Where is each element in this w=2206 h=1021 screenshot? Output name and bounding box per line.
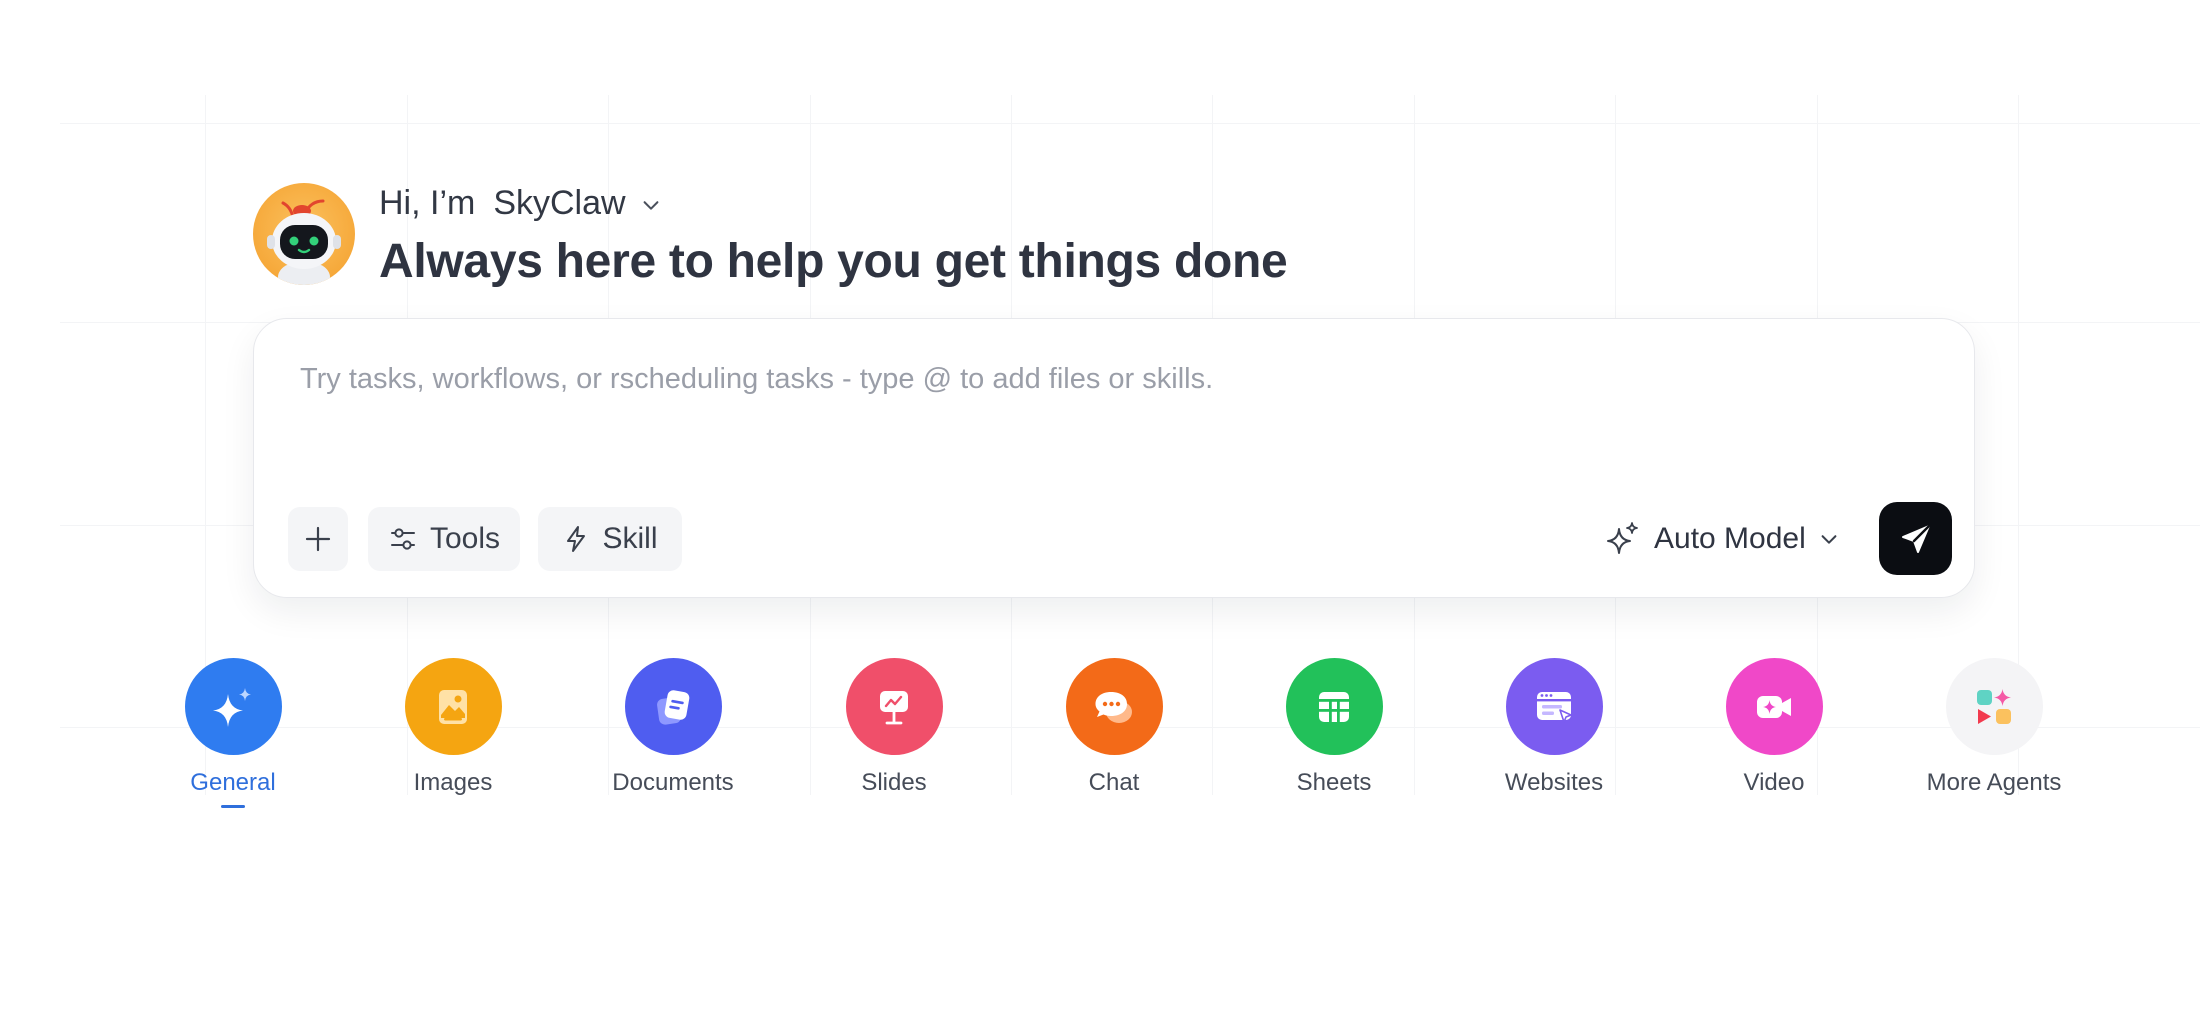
agent-icon-circle xyxy=(184,658,282,755)
table-icon xyxy=(1319,691,1349,722)
agent-label: More Agents xyxy=(1926,769,2062,796)
model-label: Auto Model xyxy=(1654,522,1806,555)
agent-label: Video xyxy=(1743,769,1805,796)
active-tab-indicator xyxy=(221,805,245,808)
tools-label: Tools xyxy=(429,522,501,555)
agent-video[interactable]: Video xyxy=(1664,658,1884,797)
apps-grid-icon xyxy=(1977,688,2011,724)
send-button[interactable] xyxy=(1879,502,1952,575)
sliders-icon xyxy=(390,528,415,550)
assistant-name[interactable]: SkyClaw xyxy=(493,184,625,223)
agent-icon-circle xyxy=(1285,658,1383,755)
greeting-row: Hi, I’m SkyClaw xyxy=(379,176,662,230)
prompt-input[interactable] xyxy=(300,349,1920,409)
browser-icon xyxy=(1537,691,1572,723)
agent-chat[interactable]: Chat xyxy=(1004,658,1224,797)
sparkle-icon xyxy=(213,687,251,727)
prompt-composer: Tools Skill Auto Model xyxy=(253,318,1975,598)
agent-more-agents[interactable]: More Agents xyxy=(1884,658,2104,797)
agent-icon-circle xyxy=(1505,658,1603,755)
page-title: Always here to help you get things done xyxy=(379,235,1288,288)
agent-label: Documents xyxy=(612,769,734,796)
agent-slides[interactable]: Slides xyxy=(784,658,1004,797)
agent-label: General xyxy=(190,769,276,796)
agent-label: Websites xyxy=(1504,769,1604,796)
agent-label: Sheets xyxy=(1296,769,1372,796)
document-icon xyxy=(657,689,690,725)
agent-label: Images xyxy=(413,769,493,796)
sparkles-icon xyxy=(1607,522,1638,554)
agent-icon-circle xyxy=(1725,658,1823,755)
skill-label: Skill xyxy=(602,522,658,555)
agent-sheets[interactable]: Sheets xyxy=(1224,658,1444,797)
chat-bubble-icon xyxy=(1095,691,1132,723)
agent-images[interactable]: Images xyxy=(343,658,563,797)
skyclaw-avatar xyxy=(253,183,355,285)
chevron-down-icon[interactable] xyxy=(640,194,662,216)
agent-label: Chat xyxy=(1088,769,1140,796)
agent-label: Slides xyxy=(861,769,927,796)
presentation-icon xyxy=(880,690,908,724)
model-selector[interactable]: Auto Model xyxy=(1604,507,1840,571)
chevron-down-icon xyxy=(1821,535,1837,544)
image-icon xyxy=(439,689,467,724)
robot-mascot-icon xyxy=(267,199,341,285)
agent-icon-circle xyxy=(1065,658,1163,755)
agent-icon-circle xyxy=(1945,658,2043,755)
tools-button[interactable]: Tools xyxy=(368,507,520,571)
agent-general[interactable]: General xyxy=(123,658,343,808)
agent-documents[interactable]: Documents xyxy=(563,658,783,797)
lightning-bolt-icon xyxy=(567,526,586,552)
add-attachment-button[interactable] xyxy=(288,507,348,571)
agent-icon-circle xyxy=(404,658,502,755)
plus-icon xyxy=(305,526,331,552)
agent-icon-circle xyxy=(624,658,722,755)
agent-icon-circle xyxy=(845,658,943,755)
video-camera-icon xyxy=(1757,695,1791,718)
paper-plane-icon xyxy=(1901,524,1930,553)
skill-button[interactable]: Skill xyxy=(538,507,682,571)
greeting-text: Hi, I’m xyxy=(379,183,476,222)
agent-websites[interactable]: Websites xyxy=(1444,658,1664,797)
